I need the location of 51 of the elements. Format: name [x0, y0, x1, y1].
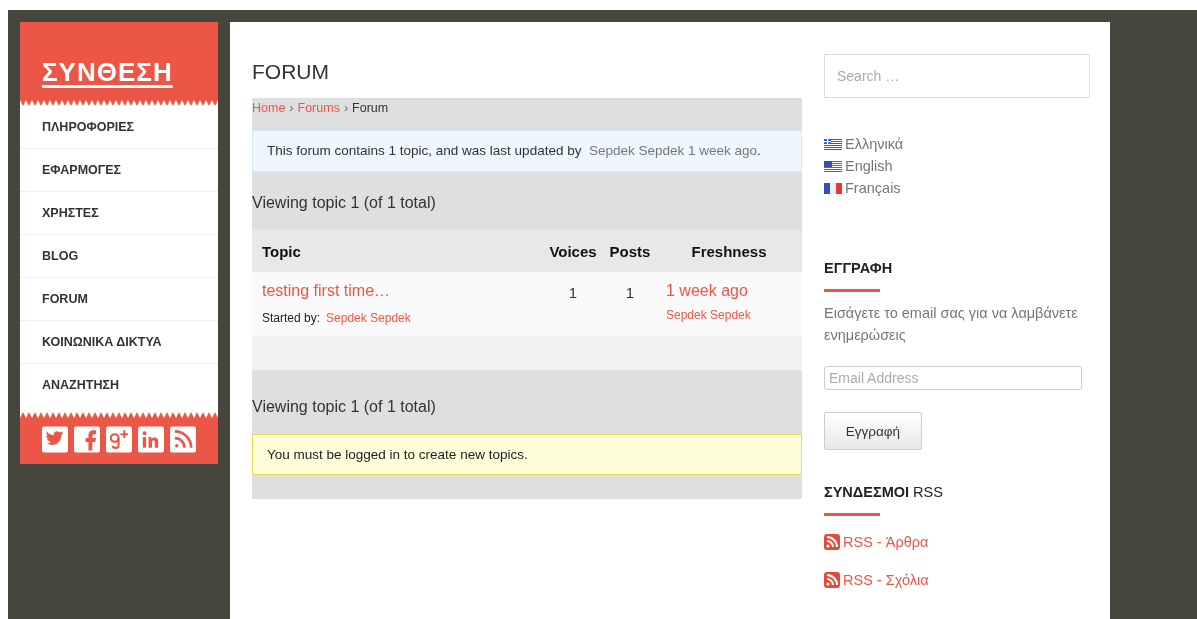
language-link[interactable]: English	[824, 158, 1090, 174]
breadcrumb-separator: ›	[343, 101, 349, 115]
pagination-count: Viewing topic 1 (of 1 total)	[252, 397, 437, 417]
nav-item[interactable]: ΚΟΙΝΩΝΙΚΑ ΔΙΚΤΥΑ	[20, 321, 218, 364]
posts-count: 1	[624, 283, 636, 303]
nav-item[interactable]: ΕΦΑΡΜΟΓΕΣ	[20, 149, 218, 192]
started-by-label: Started by:	[262, 311, 321, 325]
column-header: Posts	[608, 242, 652, 260]
flag-icon	[824, 138, 842, 150]
subscribe-heading: ΕΓΓΡΑΦΗ	[824, 260, 894, 276]
breadcrumb-separator: ›	[289, 101, 294, 115]
subscribe-text: Εισάγετε το email σας για να λαμβάνετε ενημερώσεις	[824, 304, 1079, 345]
nav-item[interactable]: BLOG	[20, 235, 218, 278]
breadcrumb-link[interactable]: Home	[252, 101, 286, 115]
search-field[interactable]: Search …	[824, 54, 1090, 98]
twitter-icon[interactable]	[42, 426, 68, 453]
forum-info: This forum contains 1 topic, and was last updated by Sepdek Sepdek 1 week ago.	[252, 130, 802, 172]
google-plus-icon[interactable]	[106, 426, 132, 453]
facebook-icon[interactable]	[74, 426, 100, 453]
linkedin-icon[interactable]	[138, 426, 164, 453]
nav-item[interactable]: ΧΡΗΣΤΕΣ	[20, 192, 218, 235]
email-field[interactable]: Email Address	[824, 366, 1082, 390]
rss-link[interactable]: RSS - Άρθρα	[824, 534, 1090, 550]
rss-icon	[824, 534, 840, 550]
topic-link[interactable]: testing first time…	[262, 282, 542, 300]
flag-icon	[824, 160, 842, 172]
nav-item[interactable]: FORUM	[20, 278, 218, 321]
rss-link[interactable]: RSS - Σχόλια	[824, 572, 1090, 588]
current-page-label: Forum	[352, 101, 389, 115]
language-link[interactable]: Ελληνικά	[824, 136, 1090, 152]
breadcrumb-link[interactable]: Forums	[297, 101, 340, 115]
voices-count: 1	[567, 283, 579, 303]
language-link[interactable]: Français	[824, 180, 1090, 196]
rss-icon[interactable]	[170, 426, 196, 453]
subscribe-button[interactable]: Εγγραφή	[824, 412, 922, 450]
author-link[interactable]: Sepdek Sepdek	[326, 311, 411, 325]
author-link[interactable]: Sepdek Sepdek	[666, 308, 802, 322]
rss-heading: ΣΥΝΔΕΣΜΟΙ RSS	[824, 484, 944, 500]
freshness-link[interactable]: 1 week ago	[666, 282, 802, 300]
login-notice: You must be logged in to create new topics.	[252, 434, 802, 475]
nav-item[interactable]: ΠΛΗΡΟΦΟΡΙΕΣ	[20, 106, 218, 149]
flag-icon	[824, 182, 842, 194]
author-link[interactable]: Sepdek Sepdek	[588, 143, 685, 158]
site-logo[interactable]: ΣΥΝΘΕΣΗ	[42, 57, 173, 88]
column-header: Topic	[261, 242, 302, 260]
pagination-count: Viewing topic 1 (of 1 total)	[252, 193, 437, 213]
nav-item[interactable]: ΑΝΑΖΗΤΗΣΗ	[20, 364, 218, 406]
page-title: FORUM	[252, 60, 330, 84]
rss-icon	[824, 572, 840, 588]
column-header: Freshness	[690, 242, 768, 260]
column-header: Voices	[548, 242, 598, 260]
